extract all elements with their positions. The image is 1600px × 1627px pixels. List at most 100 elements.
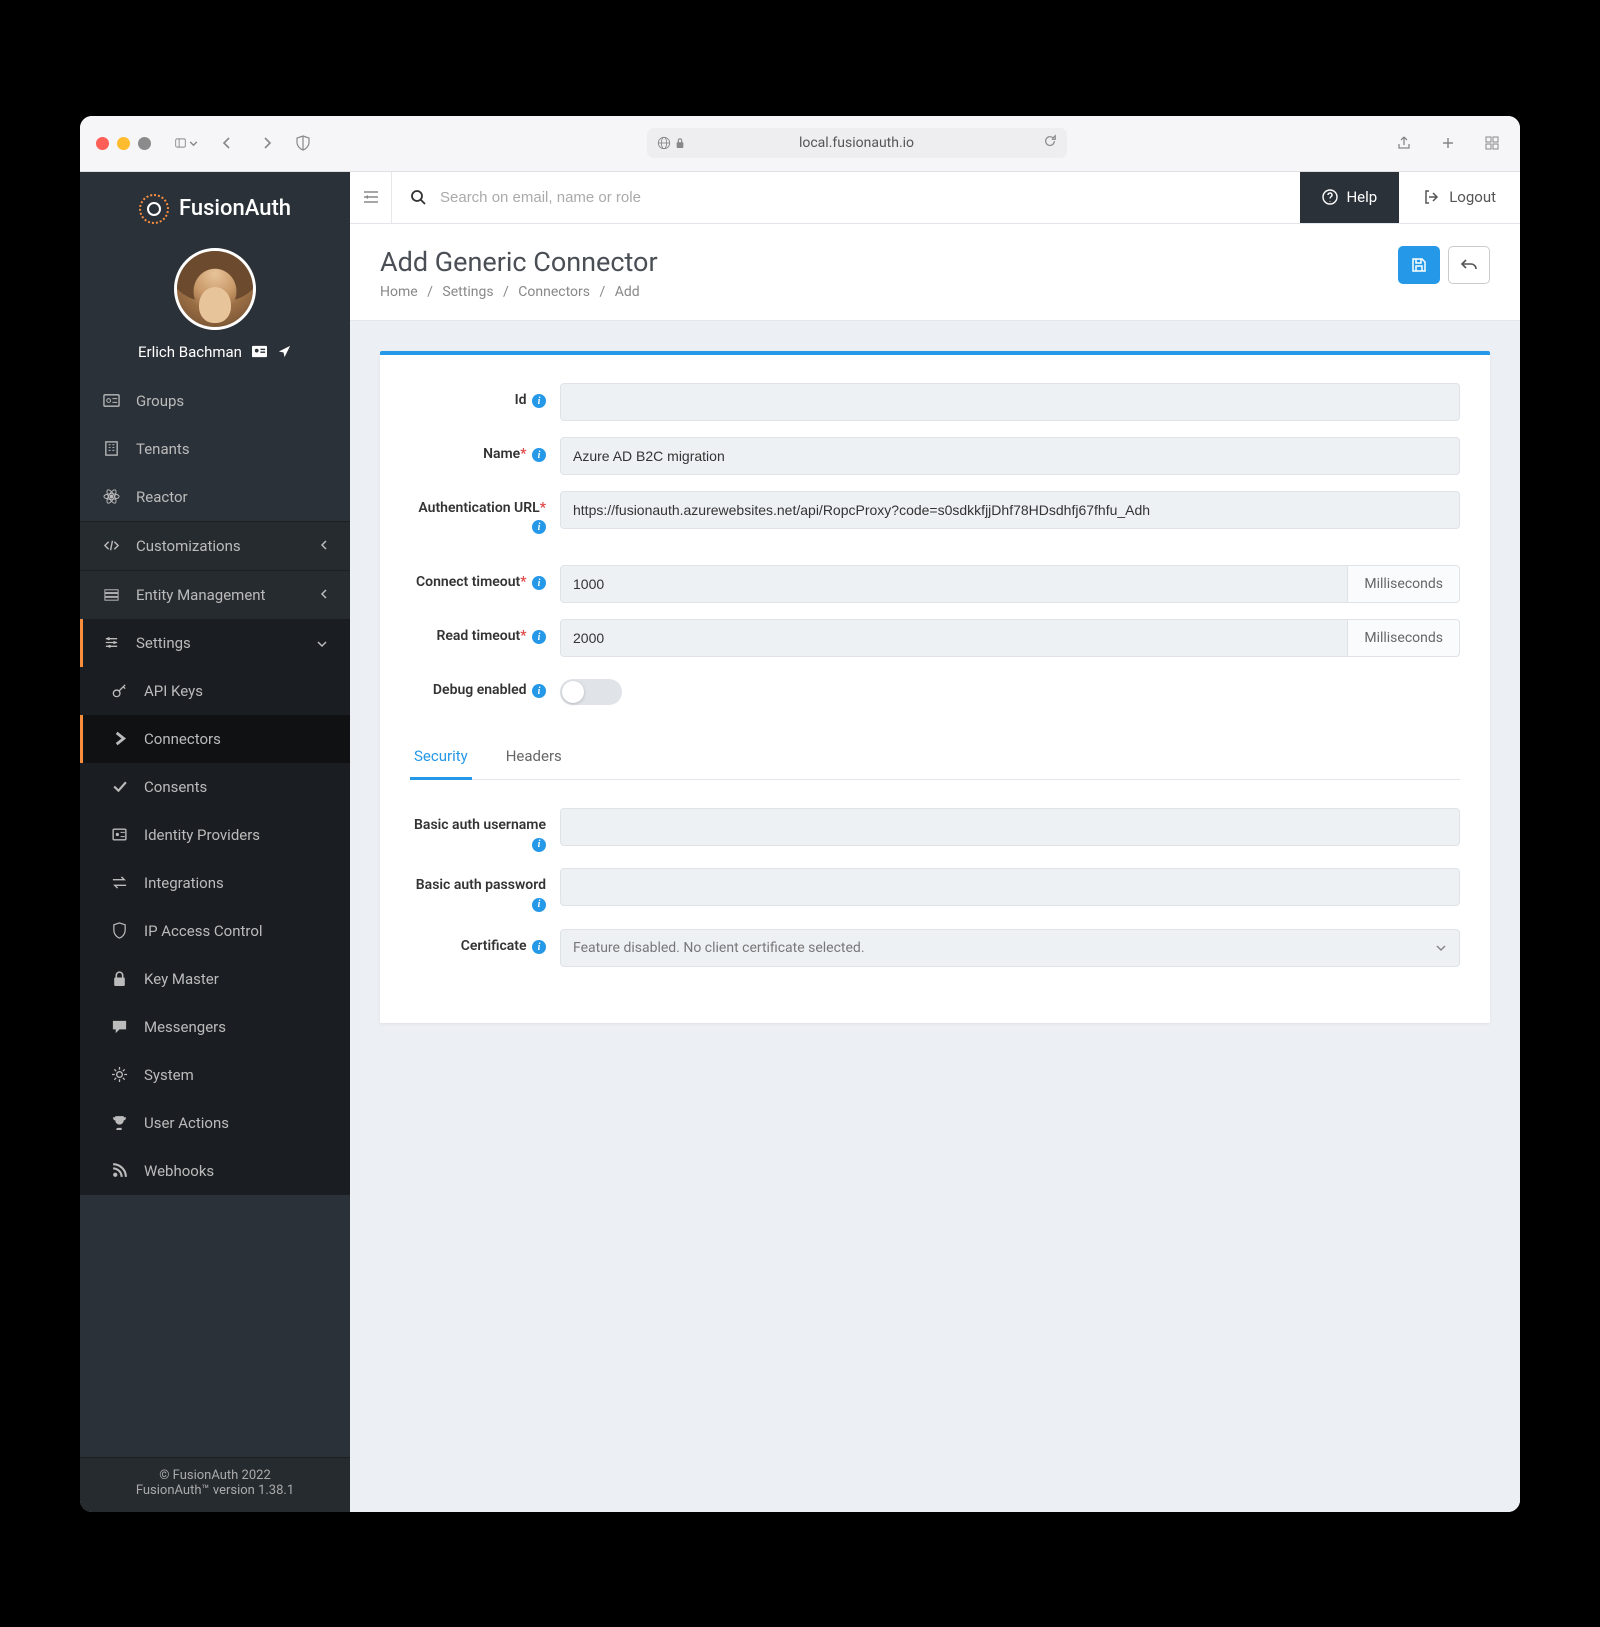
sidebar-item-label: System (144, 1066, 194, 1084)
chevron-left-icon (320, 586, 328, 604)
sidebar-section-entity-management[interactable]: Entity Management (80, 570, 350, 619)
question-icon (1322, 189, 1338, 205)
sidebar-item-label: Customizations (136, 537, 241, 555)
nav: Groups Tenants Reactor Customizations (80, 377, 350, 1457)
info-icon[interactable]: i (532, 520, 546, 534)
sidebar-item-integrations[interactable]: Integrations (80, 859, 350, 907)
sidebar-item-label: Settings (136, 634, 191, 652)
sidebar-item-identity-providers[interactable]: Identity Providers (80, 811, 350, 859)
sidebar-item-messengers[interactable]: Messengers (80, 1003, 350, 1051)
info-icon[interactable]: i (532, 940, 546, 954)
help-button[interactable]: Help (1300, 172, 1399, 223)
close-window-icon[interactable] (96, 137, 109, 150)
sidebar-item-user-actions[interactable]: User Actions (80, 1099, 350, 1147)
info-icon[interactable]: i (532, 898, 546, 912)
sidebar-footer: © FusionAuth 2022 FusionAuth™ version 1.… (80, 1457, 350, 1512)
certificate-select[interactable]: Feature disabled. No client certificate … (560, 929, 1460, 967)
logo[interactable]: FusionAuth (80, 172, 350, 240)
certificate-value: Feature disabled. No client certificate … (573, 940, 865, 956)
info-icon[interactable]: i (532, 630, 546, 644)
new-tab-icon[interactable] (1436, 131, 1460, 155)
sidebar-item-label: User Actions (144, 1114, 229, 1132)
rss-icon (110, 1162, 128, 1180)
crumb-settings[interactable]: Settings (442, 284, 493, 300)
save-button[interactable] (1398, 246, 1440, 284)
timeout-unit: Milliseconds (1348, 619, 1460, 657)
sidebar-toggle-icon[interactable] (175, 131, 199, 155)
info-icon[interactable]: i (532, 684, 546, 698)
debug-toggle[interactable] (560, 679, 622, 705)
basic-auth-password-field[interactable] (560, 868, 1460, 906)
tabs: Security Headers (410, 735, 1460, 780)
browser-window: local.fusionauth.io FusionAuth Erlich Ba… (80, 116, 1520, 1512)
sidebar-section-customizations[interactable]: Customizations (80, 521, 350, 570)
collapse-sidebar-button[interactable] (350, 172, 392, 223)
logout-button[interactable]: Logout (1399, 172, 1520, 223)
sliders-icon (102, 634, 120, 652)
sidebar-item-label: Identity Providers (144, 826, 260, 844)
sidebar-item-label: Webhooks (144, 1162, 214, 1180)
sidebar-item-label: Entity Management (136, 586, 265, 604)
maximize-window-icon[interactable] (138, 137, 151, 150)
id-card-icon[interactable] (252, 344, 267, 359)
tab-security[interactable]: Security (410, 735, 472, 780)
sidebar-item-key-master[interactable]: Key Master (80, 955, 350, 1003)
sidebar-item-api-keys[interactable]: API Keys (80, 667, 350, 715)
check-icon (110, 778, 128, 796)
crumb-add[interactable]: Add (615, 284, 640, 300)
breadcrumb: Home / Settings / Connectors / Add (380, 284, 658, 300)
id-label: Id i (410, 383, 560, 409)
basic-auth-username-field[interactable] (560, 808, 1460, 846)
search-wrap (392, 172, 1300, 223)
sidebar: FusionAuth Erlich Bachman Groups Tenants (80, 172, 350, 1512)
share-icon[interactable] (1392, 131, 1416, 155)
topbar: Help Logout (350, 172, 1520, 224)
minimize-window-icon[interactable] (117, 137, 130, 150)
entity-icon (102, 586, 120, 604)
auth-url-field[interactable] (560, 491, 1460, 529)
sidebar-section-settings[interactable]: Settings (80, 619, 350, 667)
read-timeout-field[interactable] (560, 619, 1348, 657)
lock-icon (675, 137, 685, 149)
reload-icon[interactable] (1043, 134, 1057, 152)
crumb-connectors[interactable]: Connectors (518, 284, 590, 300)
help-label: Help (1346, 188, 1377, 206)
sidebar-item-system[interactable]: System (80, 1051, 350, 1099)
nav-forward-icon[interactable] (255, 131, 279, 155)
shield-icon[interactable] (291, 131, 315, 155)
sidebar-item-connectors[interactable]: Connectors (80, 715, 350, 763)
location-arrow-icon[interactable] (277, 344, 292, 359)
read-timeout-label: Read timeout* i (410, 619, 560, 645)
sidebar-item-webhooks[interactable]: Webhooks (80, 1147, 350, 1195)
connect-timeout-field[interactable] (560, 565, 1348, 603)
avatar[interactable] (174, 248, 256, 330)
logo-icon (139, 194, 169, 224)
info-icon[interactable]: i (532, 394, 546, 408)
info-icon[interactable]: i (532, 448, 546, 462)
id-field[interactable] (560, 383, 1460, 421)
chevron-right-icon (110, 730, 128, 748)
search-icon (410, 189, 426, 205)
sidebar-item-tenants[interactable]: Tenants (80, 425, 350, 473)
sidebar-item-label: IP Access Control (144, 922, 263, 940)
tab-headers[interactable]: Headers (502, 735, 566, 780)
url-text: local.fusionauth.io (799, 135, 914, 151)
name-field[interactable] (560, 437, 1460, 475)
debug-label: Debug enabled i (410, 673, 560, 699)
sidebar-item-reactor[interactable]: Reactor (80, 473, 350, 521)
crumb-home[interactable]: Home (380, 284, 418, 300)
globe-icon (657, 136, 671, 150)
sidebar-item-ip-access[interactable]: IP Access Control (80, 907, 350, 955)
nav-back-icon[interactable] (215, 131, 239, 155)
url-bar[interactable]: local.fusionauth.io (647, 128, 1067, 158)
info-icon[interactable]: i (532, 838, 546, 852)
sidebar-item-groups[interactable]: Groups (80, 377, 350, 425)
search-input[interactable] (440, 189, 1282, 206)
info-icon[interactable]: i (532, 576, 546, 590)
sidebar-item-consents[interactable]: Consents (80, 763, 350, 811)
back-button[interactable] (1448, 246, 1490, 284)
tabs-overview-icon[interactable] (1480, 131, 1504, 155)
form-panel: Id i Name* i Authentication URL* i Conne… (380, 351, 1490, 1023)
window-controls (96, 137, 151, 150)
sidebar-item-label: Consents (144, 778, 207, 796)
